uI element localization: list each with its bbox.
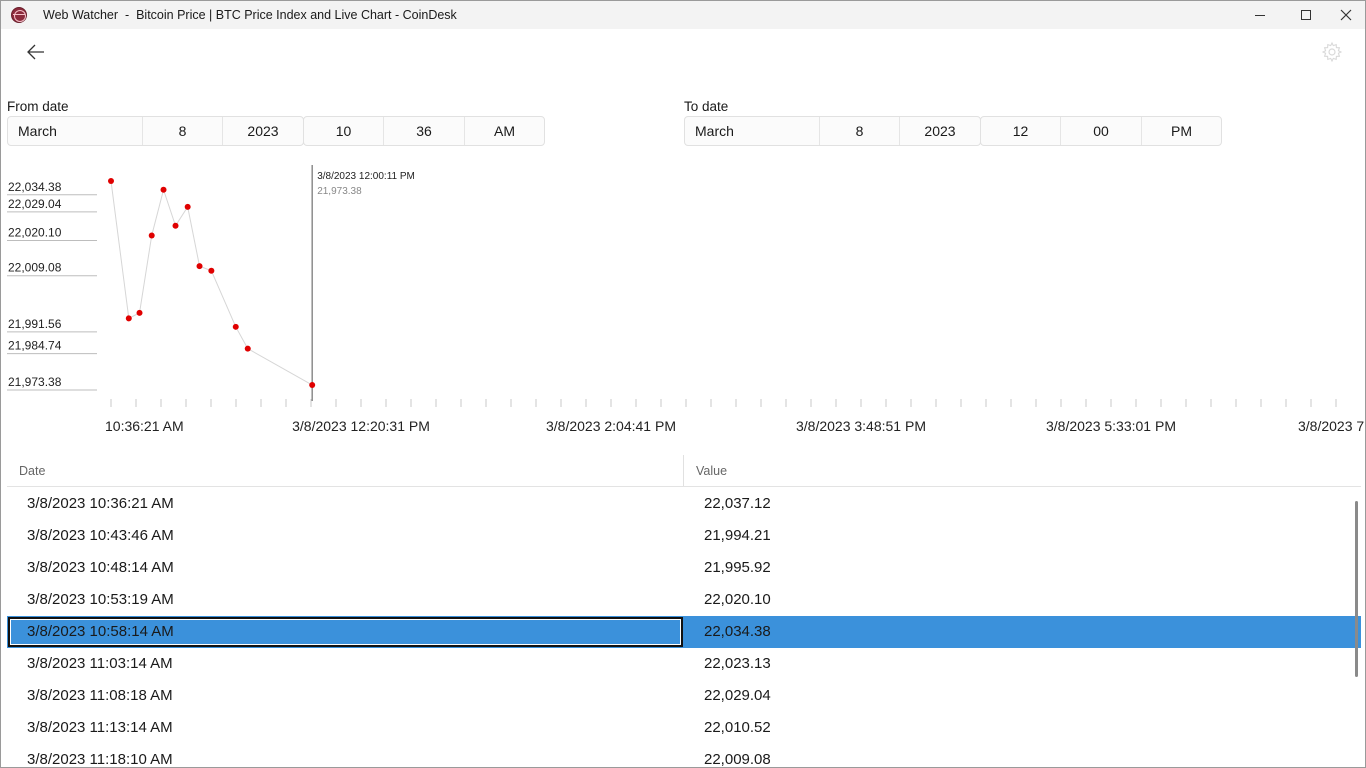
date-cell[interactable]: 3/8/2023 11:03:14 AM [27, 655, 173, 672]
from-month[interactable]: March [8, 117, 143, 145]
title-bar: Web Watcher - Bitcoin Price | BTC Price … [1, 1, 1365, 29]
to-date-label: To date [684, 99, 729, 114]
gear-icon [1321, 41, 1343, 63]
y-tick-label: 22,034.38 [8, 180, 62, 194]
to-ampm[interactable]: PM [1142, 117, 1221, 145]
date-cell[interactable]: 3/8/2023 11:08:18 AM [27, 687, 173, 704]
table-row[interactable]: 3/8/2023 11:13:14 AM 22,010.52 [7, 712, 1361, 744]
y-tick-label: 22,029.04 [8, 197, 62, 211]
date-cell[interactable]: 3/8/2023 10:48:14 AM [27, 559, 174, 576]
date-cell[interactable]: 3/8/2023 10:36:21 AM [27, 495, 174, 512]
y-tick-label: 22,020.10 [8, 225, 62, 239]
from-ampm[interactable]: AM [465, 117, 544, 145]
app-globe-icon [11, 7, 27, 23]
column-header-value[interactable]: Value [696, 464, 727, 478]
value-cell[interactable]: 22,034.38 [704, 623, 771, 640]
arrow-left-icon [27, 44, 44, 60]
settings-button[interactable] [1321, 41, 1343, 63]
table-row[interactable]: 3/8/2023 10:53:19 AM 22,020.10 [7, 584, 1361, 616]
x-tick-label: 3/8/2023 3:48:51 PM [796, 418, 926, 434]
to-minute[interactable]: 00 [1061, 117, 1142, 145]
from-date-picker[interactable]: March 8 2023 [7, 116, 304, 146]
date-cell[interactable]: 3/8/2023 10:58:14 AM [27, 623, 174, 640]
value-cell[interactable]: 22,037.12 [704, 495, 771, 512]
value-cell[interactable]: 22,010.52 [704, 719, 771, 736]
data-point [125, 315, 132, 322]
data-point [136, 309, 143, 316]
data-point [184, 203, 191, 210]
data-point [244, 345, 251, 352]
vertical-scrollbar[interactable] [1355, 501, 1358, 677]
date-cell[interactable]: 3/8/2023 10:43:46 AM [27, 527, 174, 544]
y-tick-label: 22,009.08 [8, 261, 62, 275]
table-row[interactable]: 3/8/2023 10:58:14 AM 22,034.38 [7, 616, 1361, 648]
table-row[interactable]: 3/8/2023 10:48:14 AM 21,995.92 [7, 552, 1361, 584]
price-chart[interactable]: 22,034.38 22,029.04 22,020.10 22,009.08 21,9… [1, 151, 1366, 441]
series-line [110, 180, 313, 386]
grid-header: Date Value [7, 455, 1361, 487]
from-hour[interactable]: 10 [304, 117, 384, 145]
data-point [232, 323, 239, 330]
y-tick-label: 21,984.74 [8, 339, 62, 353]
to-month[interactable]: March [685, 117, 820, 145]
value-cell[interactable]: 21,995.92 [704, 559, 771, 576]
cursor-value-label: 21,973.38 [317, 186, 362, 197]
to-day[interactable]: 8 [820, 117, 900, 145]
from-time-picker[interactable]: 10 36 AM [303, 116, 545, 146]
data-point [160, 186, 167, 193]
from-year[interactable]: 2023 [223, 117, 303, 145]
date-cell[interactable]: 3/8/2023 10:53:19 AM [27, 591, 174, 608]
x-tick-label: 3/8/2023 2:04:41 PM [546, 418, 676, 434]
value-cell[interactable]: 22,029.04 [704, 687, 771, 704]
from-date-label: From date [7, 99, 69, 114]
table-row[interactable]: 3/8/2023 11:03:14 AM 22,023.13 [7, 648, 1361, 680]
x-tick-label: 10:36:21 AM [105, 418, 184, 434]
window-title: Web Watcher - Bitcoin Price | BTC Price … [43, 8, 457, 22]
to-hour[interactable]: 12 [981, 117, 1061, 145]
column-separator[interactable] [683, 455, 684, 486]
data-point [108, 178, 114, 184]
value-cell[interactable]: 22,020.10 [704, 591, 771, 608]
y-tick-label: 21,991.56 [8, 317, 62, 331]
value-cell[interactable]: 22,009.08 [704, 751, 771, 767]
value-cell[interactable]: 22,023.13 [704, 655, 771, 672]
from-minute[interactable]: 36 [384, 117, 465, 145]
data-point [208, 267, 215, 274]
back-button[interactable] [21, 39, 51, 65]
close-button[interactable] [1323, 1, 1365, 29]
data-point [196, 263, 203, 270]
data-point [309, 382, 316, 388]
date-cell[interactable]: 3/8/2023 11:13:14 AM [27, 719, 173, 736]
column-header-date[interactable]: Date [19, 464, 45, 478]
maximize-icon [1301, 10, 1311, 20]
data-grid-rows[interactable]: 3/8/2023 10:36:21 AM 22,037.12 3/8/2023 10… [7, 488, 1361, 767]
table-row[interactable]: 3/8/2023 10:43:46 AM 21,994.21 [7, 520, 1361, 552]
close-icon [1340, 9, 1352, 21]
table-row[interactable]: 3/8/2023 11:08:18 AM 22,029.04 [7, 680, 1361, 712]
data-point [172, 222, 179, 229]
data-point [148, 232, 155, 239]
table-row[interactable]: 3/8/2023 11:18:10 AM 22,009.08 [7, 744, 1361, 767]
x-tick-label: 3/8/2023 7 [1298, 418, 1364, 434]
table-row[interactable]: 3/8/2023 10:36:21 AM 22,037.12 [7, 488, 1361, 520]
minimize-icon [1255, 14, 1265, 16]
to-time-picker[interactable]: 12 00 PM [980, 116, 1222, 146]
y-tick-label: 21,973.38 [8, 375, 62, 389]
from-day[interactable]: 8 [143, 117, 223, 145]
x-tick-label: 3/8/2023 5:33:01 PM [1046, 418, 1176, 434]
date-cell[interactable]: 3/8/2023 11:18:10 AM [27, 751, 173, 767]
value-cell[interactable]: 21,994.21 [704, 527, 771, 544]
to-date-picker[interactable]: March 8 2023 [684, 116, 981, 146]
cursor-date-label: 3/8/2023 12:00:11 PM [317, 171, 415, 182]
app-window: Web Watcher - Bitcoin Price | BTC Price … [0, 0, 1366, 768]
minimize-button[interactable] [1237, 1, 1283, 29]
x-tick-label: 3/8/2023 12:20:31 PM [292, 418, 430, 434]
to-year[interactable]: 2023 [900, 117, 980, 145]
